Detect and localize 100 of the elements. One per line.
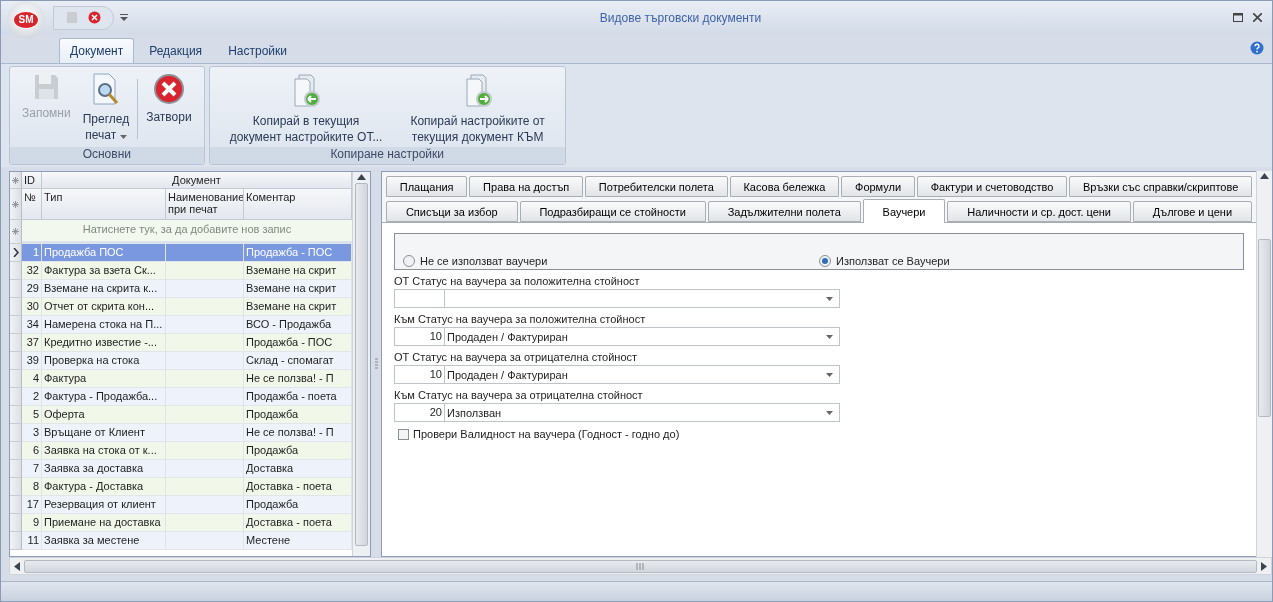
help-icon[interactable] [1250,41,1264,55]
table-cell: Доставка - поета [244,514,352,532]
settings-tab[interactable]: Плащания [386,176,468,197]
group-title: Копиране настройки [209,147,565,164]
row-header[interactable] [10,244,22,262]
table-cell: 17 [22,496,42,514]
column-header[interactable]: Коментар [244,189,352,220]
close-icon [152,73,185,105]
table-cell: Кредитно известие -... [42,334,166,352]
ribbon-tab[interactable]: Редакция [138,38,214,63]
table-cell: Резервация от клиент [42,496,166,514]
settings-tab[interactable]: Права на достъп [469,176,584,197]
table-cell: 29 [22,280,42,298]
checkbox[interactable] [398,428,409,440]
horizontal-scrollbar[interactable] [9,557,1272,575]
table-cell: Фактура [42,370,166,388]
table-cell: 39 [22,352,42,370]
settings-tab[interactable]: Потребителски полета [585,176,728,197]
table-cell: 5 [22,406,42,424]
radio-button[interactable] [819,255,831,267]
restore-icon[interactable] [1233,13,1243,22]
table-cell: Склад - спомагат [244,352,352,370]
radio-option[interactable]: Не се използват ваучери [403,255,819,267]
splitter-grip-icon[interactable] [374,358,378,370]
table-cell: Вземане на скрит [244,280,352,298]
table-cell: 8 [22,478,42,496]
column-header[interactable]: Тип [42,189,166,220]
ribbon-button[interactable]: Преглед печат [76,71,136,145]
table-cell: Отчет от скрита кон... [42,298,166,316]
table-cell: Фактура - Продажба... [42,388,166,406]
vertical-scrollbar[interactable] [352,172,370,556]
ribbon-tab[interactable]: Документ [59,38,135,63]
status-combo[interactable]: 10 Продаден / Фактуриран [394,327,840,346]
settings-tab[interactable]: Фактури и счетоводство [916,176,1068,197]
customize-caret-icon[interactable] [120,14,128,21]
table-cell: Доставка [244,460,352,478]
close-icon[interactable] [88,11,101,24]
settings-tab[interactable]: Наличности и ср. дост. цени [947,201,1131,222]
table-cell: Вземане на скрит [244,262,352,280]
table-cell: Продажба - ПОС [244,334,352,352]
settings-tab[interactable]: Касова бележка [729,176,840,197]
caret-icon [826,372,833,377]
table-cell: Не се ползва! - П [244,424,352,442]
table-cell: Местене [244,532,352,550]
table-cell: 11 [22,532,42,550]
table-cell: 6 [22,442,42,460]
ribbon-button[interactable]: Копирай настройките от текущия документ КЪМ [396,71,559,147]
scroll-right-icon[interactable] [1261,561,1267,571]
table-cell: Връщане от Клиент [42,424,166,442]
table-cell: ВСО - Продажба [244,316,352,334]
table-cell: Заявка за местене [42,532,166,550]
table-cell: Продажба [244,406,352,424]
table-cell: Продажба [244,496,352,514]
table-cell: Приемане на доставка [42,514,166,532]
magnifier-on-page-icon [90,73,121,107]
band-header: Документ [42,172,352,189]
table-cell: 7 [22,460,42,478]
scroll-up-icon[interactable] [357,174,366,180]
thumb-grip-icon [636,562,645,570]
table-cell: Фактура - Доставка [42,478,166,496]
settings-tab[interactable]: Списъци за избор [386,201,518,222]
column-header[interactable]: ID [22,172,42,189]
table-cell: Продажба [244,442,352,460]
caret-icon [826,296,833,301]
settings-tab[interactable]: Връзки със справки/скриптове [1069,176,1253,197]
vertical-scrollbar[interactable] [1256,171,1272,557]
settings-tab[interactable]: Задължителни полета [707,201,861,222]
table-cell: 9 [22,514,42,532]
close-icon[interactable] [1253,13,1262,22]
radio-button[interactable] [403,255,415,267]
column-header[interactable]: № [22,189,42,220]
window-title: Видове търговски документи [598,10,763,25]
table-cell: Вземане на скрит [244,298,352,316]
checkbox-option[interactable]: Провери Валидност на ваучера (Годност - годно до) [398,428,1244,440]
status-combo[interactable] [394,289,840,308]
settings-tab[interactable]: Формули [841,176,915,197]
documents-with-arrow-icon [291,73,322,109]
app-menu-button[interactable]: SM [7,0,45,39]
ribbon-tab[interactable]: Настройки [217,38,298,63]
field-label: Към Статус на ваучера за отрицателна стойност [394,389,644,401]
ribbon-button[interactable]: Затвори [140,71,198,127]
radio-option[interactable]: Използват се Ваучери [819,255,1235,267]
status-combo[interactable]: 10 Продаден / Фактуриран [394,365,840,384]
settings-tab[interactable]: Подразбиращи се стойности [519,201,706,222]
table-cell: Вземане на скрита к... [42,280,166,298]
field-label: Към Статус на ваучера за положителна стойност [394,313,647,325]
status-combo[interactable]: 20 Използван [394,403,840,422]
ribbon-button[interactable]: Копирай в текущия документ настройките ОТ... [215,71,397,147]
scroll-up-icon[interactable] [1260,173,1269,179]
settings-tab[interactable]: Ваучери [862,199,946,223]
table-cell: 3 [22,424,42,442]
table-cell: Продажба - поета [244,388,352,406]
group-title: Основни [10,147,204,164]
table-cell: Доставка - поета [244,478,352,496]
caret-icon [826,410,833,415]
table-cell: 1 [22,244,42,262]
settings-tab[interactable]: Дългове и цени [1132,201,1252,222]
column-header[interactable]: Наименование при печат [166,189,244,220]
table-cell: Продажба ПОС [42,244,166,262]
scroll-left-icon[interactable] [14,561,20,571]
